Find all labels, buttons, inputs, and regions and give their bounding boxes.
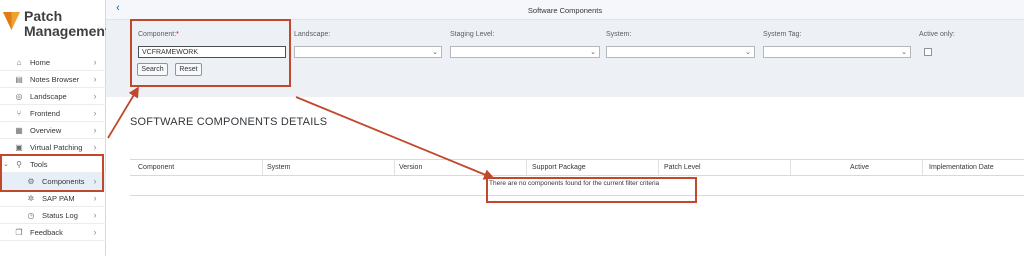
sidebar-item-label: Home [30,57,51,67]
sidebar-item-label: Status Log [42,210,78,220]
brand-line-2: Management [24,23,110,39]
staging-level-select[interactable]: ⌄ [450,46,600,58]
sidebar-item-home[interactable]: ⌂ Home › [0,54,106,71]
document-icon: ▣ [15,142,23,152]
column-header-system[interactable]: System [267,164,290,171]
grid-icon: ▦ [15,125,23,135]
chevron-right-icon: › [93,74,97,84]
branch-icon: ⑂ [16,108,22,118]
sidebar-item-overview[interactable]: ▦ Overview › [0,122,106,139]
system-tag-select[interactable]: ⌄ [763,46,911,58]
chevron-right-icon: › [93,57,97,67]
chevron-right-icon: › [93,142,97,152]
chevron-down-icon: ⌄ [745,49,751,56]
chevron-right-icon: › [93,193,97,203]
section-title: SOFTWARE COMPONENTS DETAILS [130,116,328,128]
column-divider [658,160,659,175]
sidebar-item-label: Landscape [30,91,67,101]
column-divider [790,160,791,175]
column-divider [262,160,263,175]
sidebar-item-landscape[interactable]: ◎ Landscape › [0,88,106,105]
column-header-active[interactable]: Active [850,164,869,171]
table-header: Component System Version Support Package… [130,159,1024,176]
system-select[interactable]: ⌄ [606,46,755,58]
chevron-right-icon: › [93,108,97,118]
app-brand: Patch Management [24,9,110,39]
sidebar-item-label: SAP PAM [42,193,75,203]
landscape-label: Landscape: [294,31,331,38]
sidebar-item-label: Virtual Patching [30,142,83,152]
system-label: System: [606,31,632,38]
clock-icon: ◷ [27,210,35,220]
chat-icon: ❐ [15,227,23,237]
chevron-right-icon: › [93,227,97,237]
chevron-right-icon: › [93,91,97,101]
home-icon: ⌂ [16,57,22,67]
settings-icon: ✲ [27,193,35,203]
column-divider [394,160,395,175]
sidebar-item-label: Frontend [30,108,61,118]
sidebar-item-label: Overview [30,125,62,135]
column-header-component[interactable]: Component [138,164,174,171]
annotation-box-empty-message [486,177,697,203]
active-only-checkbox[interactable] [924,48,932,56]
active-only-label: Active only: [919,31,955,38]
staging-level-label: Staging Level: [450,31,495,38]
sidebar-item-status-log[interactable]: ◷ Status Log › [0,207,106,224]
column-divider [526,160,527,175]
brand-line-1: Patch [24,8,63,24]
sidebar-item-notes-browser[interactable]: ▤ Notes Browser › [0,71,106,88]
globe-icon: ◎ [15,91,23,101]
sidebar: Patch Management ⌂ Home › ▤ Notes Browse… [0,0,110,256]
landscape-select[interactable]: ⌄ [294,46,442,58]
sidebar-item-feedback[interactable]: ❐ Feedback › [0,224,106,241]
column-header-patch-level[interactable]: Patch Level [664,164,701,171]
patch-management-logo [3,12,20,30]
sidebar-item-label: Notes Browser [30,74,80,84]
header-bar: ‹ Software Components [106,0,1024,20]
column-divider [922,160,923,175]
sidebar-item-label: Feedback [30,227,63,237]
sidebar-item-sap-pam[interactable]: ✲ SAP PAM › [0,190,106,207]
page-title: Software Components [527,6,603,15]
annotation-box-tools-menu [0,154,104,192]
chevron-right-icon: › [93,125,97,135]
chevron-down-icon: ⌄ [590,49,596,56]
chevron-down-icon: ⌄ [901,49,907,56]
sidebar-item-frontend[interactable]: ⑂ Frontend › [0,105,106,122]
annotation-box-component-filter [130,19,291,87]
chevron-right-icon: › [93,210,97,220]
chevron-down-icon: ⌄ [432,49,438,56]
notes-icon: ▤ [15,74,23,84]
column-header-support-package[interactable]: Support Package [532,164,586,171]
column-header-version[interactable]: Version [399,164,422,171]
system-tag-label: System Tag: [763,31,802,38]
column-header-implementation-date[interactable]: Implementation Date [929,164,994,171]
